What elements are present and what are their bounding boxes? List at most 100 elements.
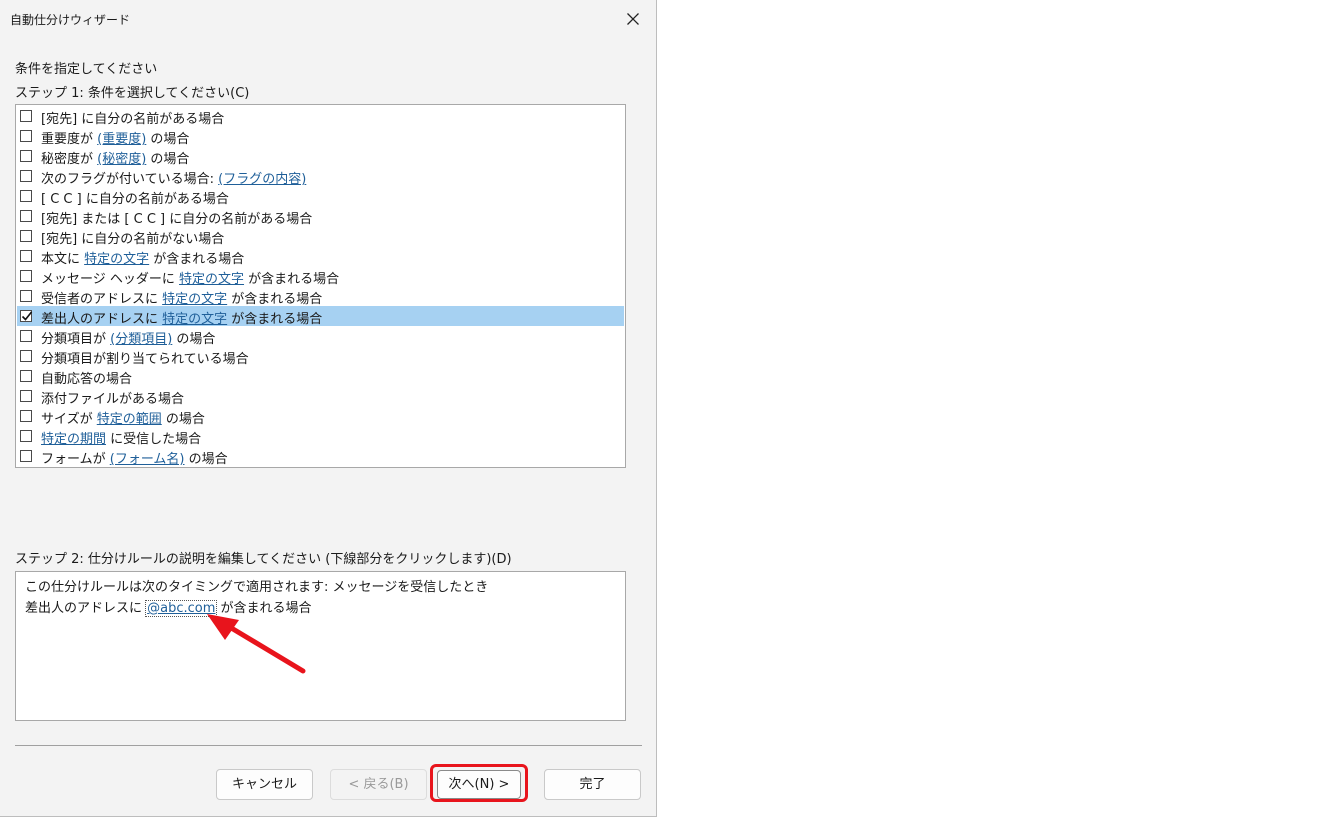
- condition-text: [ C C ] に自分の名前がある場合: [41, 188, 229, 207]
- condition-row[interactable]: [宛先] または [ C C ] に自分の名前がある場合: [17, 206, 624, 227]
- condition-value-link[interactable]: 特定の文字: [84, 252, 149, 267]
- condition-text-prefix: [宛先] に自分の名前がない場合: [41, 232, 225, 247]
- dialog-title: 自動仕分けウィザード: [10, 13, 131, 27]
- close-icon: [627, 13, 639, 25]
- button-separator: [15, 745, 642, 746]
- condition-text-prefix: 本文に: [41, 252, 85, 267]
- condition-row[interactable]: 差出人のアドレスに 特定の文字 が含まれる場合: [17, 306, 624, 327]
- condition-checkbox[interactable]: [20, 250, 32, 262]
- condition-value-link[interactable]: 特定の範囲: [97, 412, 162, 427]
- condition-row[interactable]: 本文に 特定の文字 が含まれる場合: [17, 246, 624, 267]
- condition-text: 重要度が (重要度) の場合: [41, 128, 189, 147]
- condition-row[interactable]: 受信者のアドレスに 特定の文字 が含まれる場合: [17, 286, 624, 307]
- condition-value-link[interactable]: (秘密度): [97, 152, 146, 167]
- condition-text: [宛先] に自分の名前がある場合: [41, 108, 224, 127]
- condition-row[interactable]: 分類項目が割り当てられている場合: [17, 346, 624, 367]
- condition-checkbox[interactable]: [20, 370, 32, 382]
- condition-row[interactable]: 次のフラグが付いている場合: (フラグの内容): [17, 166, 624, 187]
- condition-checkbox[interactable]: [20, 270, 32, 282]
- condition-row[interactable]: フォームが (フォーム名) の場合: [17, 446, 624, 467]
- condition-row[interactable]: [ C C ] に自分の名前がある場合: [17, 186, 624, 207]
- condition-checkbox[interactable]: [20, 330, 32, 342]
- condition-text-prefix: フォームが: [41, 452, 110, 467]
- condition-row[interactable]: 自動応答の場合: [17, 366, 624, 387]
- condition-checkbox[interactable]: [20, 170, 32, 182]
- condition-value-link[interactable]: 特定の文字: [179, 272, 244, 287]
- condition-text-prefix: 添付ファイルがある場合: [41, 392, 185, 407]
- description-line-2-prefix: 差出人のアドレスに: [25, 601, 147, 616]
- back-button[interactable]: < 戻る(B): [330, 769, 427, 800]
- condition-text-suffix: の場合: [172, 332, 216, 347]
- condition-text-prefix: 秘密度が: [41, 152, 98, 167]
- condition-text: 自動応答の場合: [41, 368, 132, 387]
- condition-row[interactable]: [宛先] に自分の名前がある場合: [17, 106, 624, 127]
- step2-label: ステップ 2: 仕分けルールの説明を編集してください (下線部分をクリックします…: [15, 552, 512, 567]
- condition-text-prefix: [ C C ] に自分の名前がある場合: [41, 192, 229, 207]
- condition-row[interactable]: 特定の期間 に受信した場合: [17, 426, 624, 447]
- condition-checkbox[interactable]: [20, 290, 32, 302]
- condition-text-suffix: が含まれる場合: [227, 292, 323, 307]
- title-bar: 自動仕分けウィザード: [0, 0, 656, 38]
- condition-text-prefix: 受信者のアドレスに: [41, 292, 163, 307]
- condition-text: 次のフラグが付いている場合: (フラグの内容): [41, 168, 306, 187]
- condition-checkbox[interactable]: [20, 130, 32, 142]
- condition-text-prefix: 自動応答の場合: [41, 372, 133, 387]
- condition-checkbox[interactable]: [20, 190, 32, 202]
- condition-row[interactable]: メッセージ ヘッダーに 特定の文字 が含まれる場合: [17, 266, 624, 287]
- condition-value-link[interactable]: (フォーム名): [110, 452, 185, 467]
- condition-value-link[interactable]: (重要度): [97, 132, 146, 147]
- condition-checkbox[interactable]: [20, 310, 33, 322]
- condition-checkbox[interactable]: [20, 410, 32, 422]
- rules-wizard-dialog: 自動仕分けウィザード 条件を指定してください ステップ 1: 条件を選択してくだ…: [0, 0, 657, 817]
- next-button[interactable]: 次へ(N) >: [437, 770, 521, 799]
- condition-text-suffix: が含まれる場合: [149, 252, 245, 267]
- condition-text-prefix: 差出人のアドレスに: [41, 312, 163, 327]
- condition-text: [宛先] に自分の名前がない場合: [41, 228, 224, 247]
- condition-text: 添付ファイルがある場合: [41, 388, 184, 407]
- condition-row[interactable]: [宛先] に自分の名前がない場合: [17, 226, 624, 247]
- rule-description-box: この仕分けルールは次のタイミングで適用されます: メッセージを受信したとき 差出…: [15, 571, 626, 721]
- condition-text-prefix: [宛先] または [ C C ] に自分の名前がある場合: [41, 212, 313, 227]
- step1-label: ステップ 1: 条件を選択してください(C): [15, 86, 250, 101]
- condition-row[interactable]: 重要度が (重要度) の場合: [17, 126, 624, 147]
- condition-value-link[interactable]: (フラグの内容): [218, 172, 306, 187]
- condition-text-suffix: の場合: [184, 452, 228, 467]
- condition-text: フォームが (フォーム名) の場合: [41, 448, 228, 467]
- condition-text-suffix: の場合: [161, 412, 205, 427]
- condition-row[interactable]: 添付ファイルがある場合: [17, 386, 624, 407]
- condition-checkbox[interactable]: [20, 430, 32, 442]
- cancel-button[interactable]: キャンセル: [216, 769, 313, 800]
- condition-checkbox[interactable]: [20, 210, 32, 222]
- condition-list[interactable]: [宛先] に自分の名前がある場合 重要度が (重要度) の場合 秘密度が (秘密度)…: [15, 104, 626, 468]
- condition-text: 差出人のアドレスに 特定の文字 が含まれる場合: [41, 308, 322, 327]
- condition-text-prefix: 分類項目が割り当てられている場合: [41, 352, 249, 367]
- condition-row[interactable]: 秘密度が (秘密度) の場合: [17, 146, 624, 167]
- condition-text: メッセージ ヘッダーに 特定の文字 が含まれる場合: [41, 268, 339, 287]
- close-button[interactable]: [622, 8, 644, 30]
- condition-value-link[interactable]: 特定の文字: [162, 312, 227, 327]
- finish-button[interactable]: 完了: [544, 769, 641, 800]
- condition-text-suffix: の場合: [146, 132, 190, 147]
- condition-row[interactable]: 分類項目が (分類項目) の場合: [17, 326, 624, 347]
- condition-text: 分類項目が (分類項目) の場合: [41, 328, 215, 347]
- condition-text-suffix: が含まれる場合: [244, 272, 340, 287]
- condition-row[interactable]: サイズが 特定の範囲 の場合: [17, 406, 624, 427]
- condition-checkbox[interactable]: [20, 230, 32, 242]
- condition-checkbox[interactable]: [20, 450, 32, 462]
- condition-text: 分類項目が割り当てられている場合: [41, 348, 249, 367]
- condition-value-link[interactable]: 特定の期間: [41, 432, 106, 447]
- condition-text: 受信者のアドレスに 特定の文字 が含まれる場合: [41, 288, 322, 307]
- checkmark-icon: [21, 311, 33, 321]
- condition-checkbox[interactable]: [20, 390, 32, 402]
- condition-checkbox[interactable]: [20, 350, 32, 362]
- condition-text: [宛先] または [ C C ] に自分の名前がある場合: [41, 208, 312, 227]
- condition-text-prefix: 次のフラグが付いている場合:: [41, 172, 219, 187]
- condition-checkbox[interactable]: [20, 150, 32, 162]
- condition-value-link[interactable]: (分類項目): [110, 332, 172, 347]
- condition-checkbox[interactable]: [20, 110, 32, 122]
- instruction-label: 条件を指定してください: [15, 62, 158, 77]
- condition-text-suffix: に受信した場合: [106, 432, 202, 447]
- condition-text: 特定の期間 に受信した場合: [41, 428, 201, 447]
- condition-text-prefix: 重要度が: [41, 132, 98, 147]
- condition-value-link[interactable]: 特定の文字: [162, 292, 227, 307]
